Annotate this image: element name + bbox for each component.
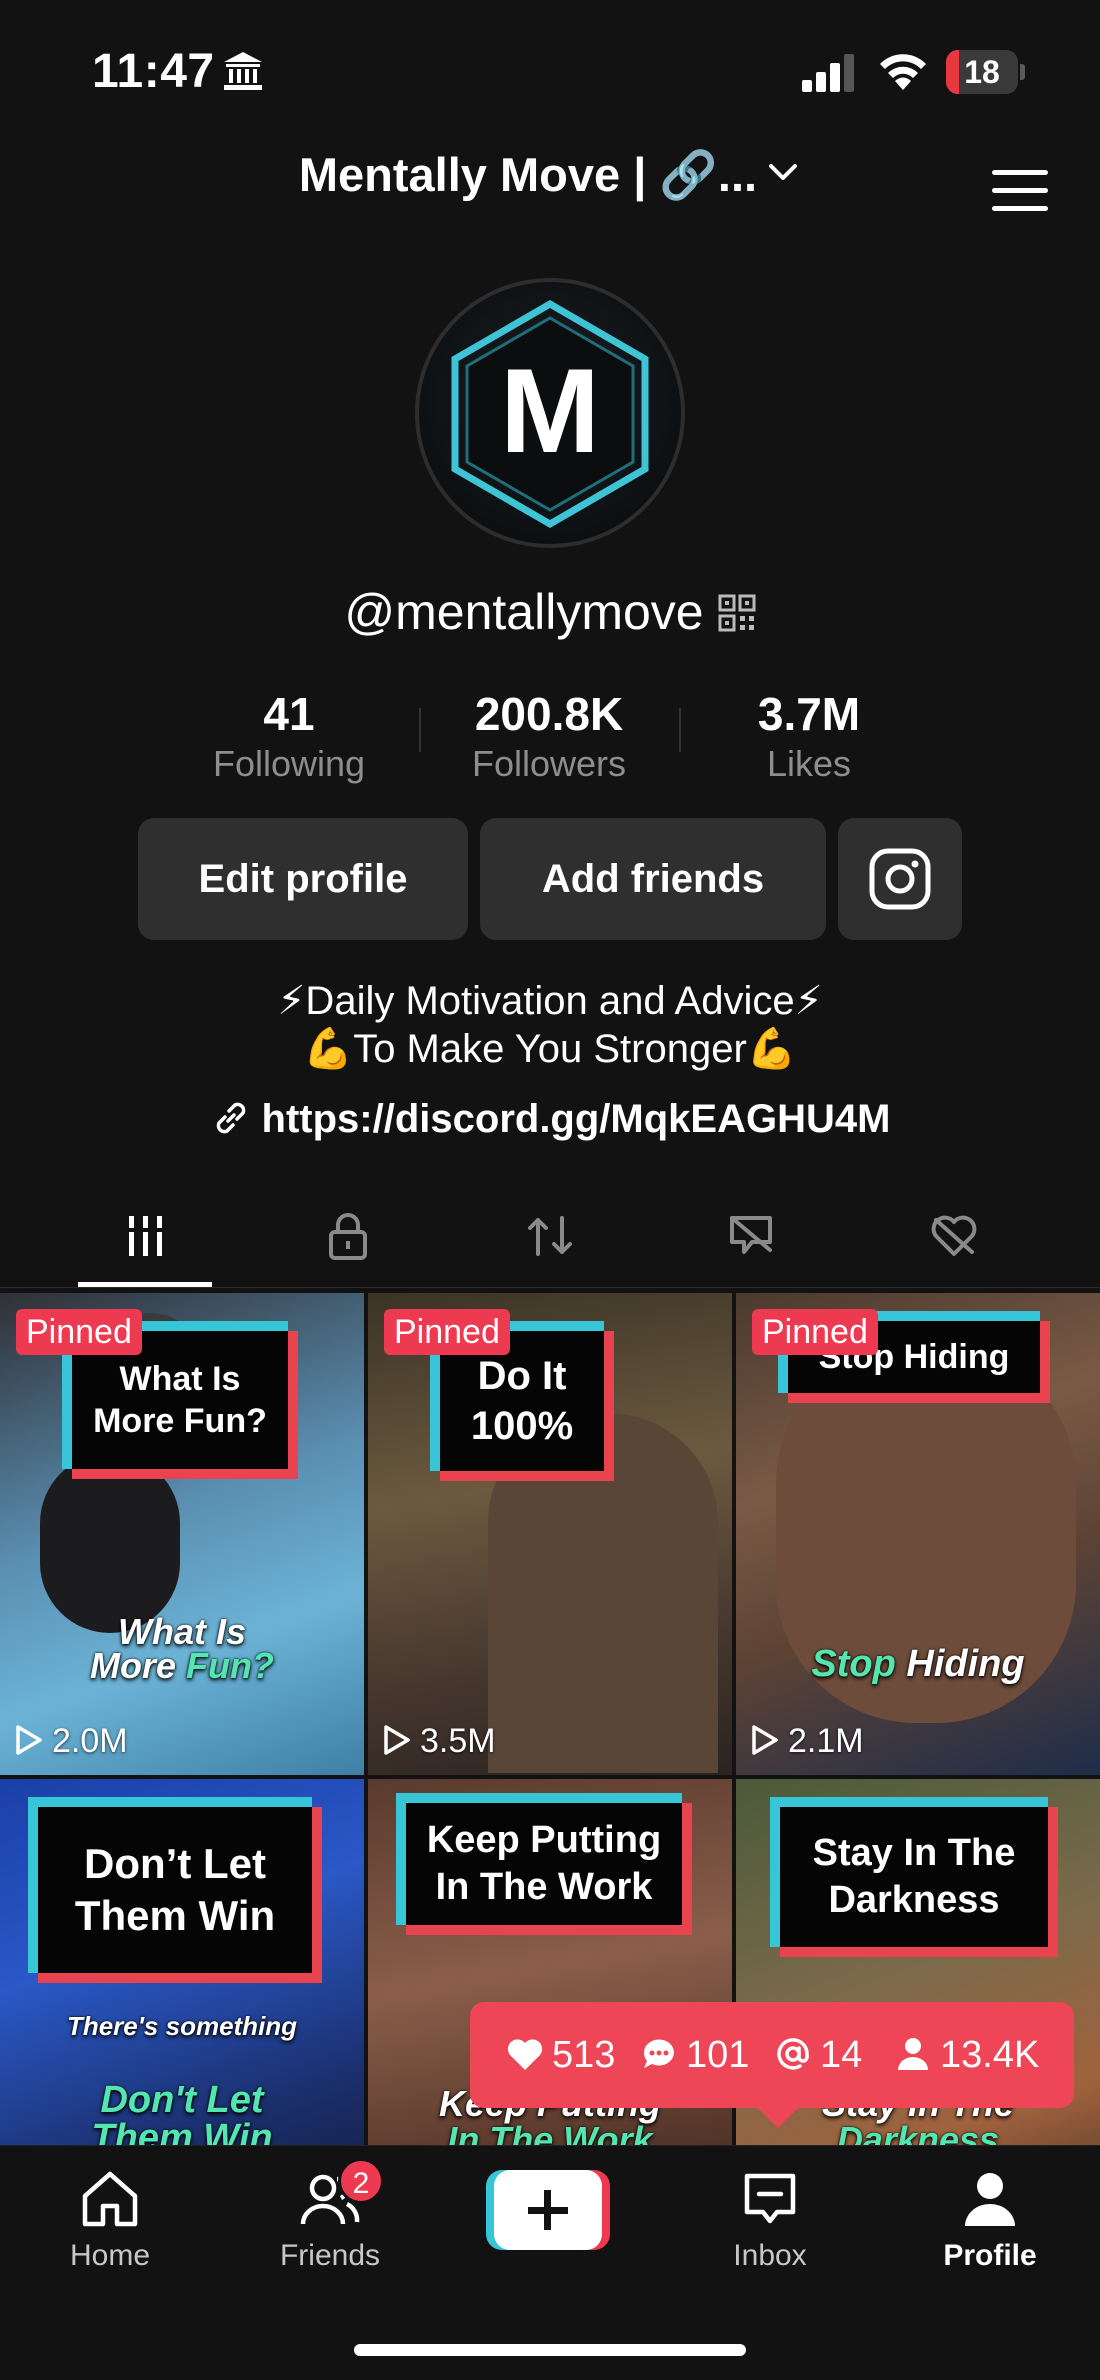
view-count: 2.0M [14, 1719, 128, 1763]
nav-home-label: Home [69, 2239, 151, 2272]
tagged-icon [730, 1216, 772, 1254]
video-caption: More Fun? [90, 1645, 274, 1686]
video-tile[interactable]: Stop Hiding Stop Hiding Pinned 2.1M [736, 1293, 1100, 1775]
likes-label: Likes [766, 743, 852, 784]
profile-stats: 41 Following 200.8K Followers 3.7M Likes [0, 686, 1100, 786]
instagram-icon [869, 848, 931, 910]
pinned-badge: Pinned [384, 1309, 510, 1355]
heart-icon [507, 2039, 543, 2070]
nav-profile-label: Profile [943, 2239, 1037, 2272]
bio-link[interactable]: https://discord.gg/MqkEAGHU4M [0, 1094, 1100, 1144]
likes-count: 3.7M [757, 688, 861, 740]
play-icon [752, 1725, 778, 1755]
inbox-icon [744, 2173, 796, 2224]
video-tile[interactable]: Do It 100% Pinned 3.5M [368, 1293, 732, 1775]
lock-icon [329, 1213, 367, 1260]
home-icon [82, 2171, 138, 2227]
tab-videos[interactable] [70, 1188, 220, 1288]
video-tile[interactable]: What Is More Fun? What Is More Fun? Pinn… [0, 1293, 364, 1775]
avatar-logo: M [451, 299, 649, 529]
nav-profile[interactable]: Profile [910, 2166, 1070, 2276]
stat-following[interactable]: 41 Following [159, 686, 419, 786]
nav-inbox[interactable]: Inbox [690, 2166, 850, 2276]
profile-tabs [0, 1188, 1100, 1288]
status-bar: 11:47 18 [0, 0, 1100, 140]
bubble-tail [754, 2104, 802, 2128]
pinned-badge: Pinned [16, 1309, 142, 1355]
tab-tagged[interactable] [676, 1188, 826, 1288]
status-time: 11:47 [92, 45, 215, 98]
active-tab-indicator [78, 1282, 212, 1287]
stat-likes[interactable]: 3.7M Likes [679, 686, 939, 786]
video-title-card: Stay In The Darkness [780, 1807, 1058, 1957]
bubble-likes: 513 [506, 2002, 615, 2108]
tab-reposts[interactable] [474, 1188, 624, 1288]
link-icon [216, 1103, 245, 1134]
chevron-down-icon [769, 163, 798, 180]
cellular-signal-icon [802, 54, 854, 92]
nav-inbox-label: Inbox [733, 2239, 807, 2272]
add-friends-button[interactable]: Add friends [480, 818, 826, 940]
profile-icon [965, 2173, 1015, 2226]
play-icon [16, 1725, 42, 1755]
nav-home[interactable]: Home [30, 2166, 190, 2276]
edit-profile-button[interactable]: Edit profile [138, 818, 468, 940]
menu-icon[interactable] [992, 170, 1048, 216]
account-name: Mentally Move | 🔗... [298, 148, 758, 201]
avatar[interactable]: M [415, 278, 685, 548]
followers-label: Followers [471, 743, 627, 784]
comment-icon [643, 2039, 674, 2068]
video-caption: There's something [66, 2011, 298, 2041]
battery-indicator: 18 [946, 50, 1026, 94]
nav-friends[interactable]: 2 Friends [250, 2158, 410, 2276]
nav-friends-label: Friends [279, 2239, 381, 2272]
battery-percent: 18 [964, 54, 1000, 90]
stat-followers[interactable]: 200.8K Followers [419, 686, 679, 786]
bubble-followers: 13.4K [894, 2002, 1039, 2108]
video-caption: Don't Let [100, 2079, 264, 2121]
video-caption: Stop Hiding [811, 1643, 1025, 1685]
video-title-card: Don’t Let Them Win [38, 1807, 322, 1983]
grid-icon [129, 1216, 162, 1256]
username: @mentallymove [0, 580, 1100, 644]
pinned-badge: Pinned [752, 1309, 878, 1355]
qr-code-icon[interactable] [718, 594, 756, 632]
person-icon [898, 2037, 928, 2070]
username-text: @mentallymove [344, 584, 704, 640]
repost-icon [528, 1216, 572, 1256]
bubble-mentions: 14 [774, 2002, 862, 2108]
play-icon [384, 1725, 410, 1755]
followers-count: 200.8K [474, 688, 624, 740]
home-indicator[interactable] [354, 2344, 746, 2356]
view-count: 2.1M [750, 1719, 864, 1763]
view-count: 3.5M [382, 1719, 496, 1763]
instagram-button[interactable] [838, 818, 962, 940]
bio-line: 💪To Make You Stronger💪 [303, 1027, 797, 1071]
create-video-button[interactable] [486, 2170, 610, 2250]
wifi-icon [880, 54, 926, 90]
bio-line: ⚡Daily Motivation and Advice⚡ [277, 979, 823, 1023]
bio-link-text: https://discord.gg/MqkEAGHU4M [261, 1097, 891, 1141]
tab-liked[interactable] [878, 1188, 1028, 1288]
video-title-card: Keep Putting In The Work [406, 1803, 692, 1935]
bank-icon [224, 52, 262, 90]
following-label: Following [212, 743, 366, 784]
friends-notification-badge: 2 [338, 2158, 384, 2204]
activity-notification-bubble[interactable]: 513 101 14 13.4K [470, 2002, 1074, 2108]
avatar-letter: M [500, 344, 600, 478]
liked-icon [931, 1215, 977, 1256]
following-count: 41 [263, 688, 315, 740]
at-mention-icon [777, 2038, 809, 2070]
account-switcher[interactable]: Mentally Move | 🔗... [0, 140, 1100, 210]
tab-private[interactable] [272, 1188, 422, 1288]
bubble-comments: 101 [640, 2002, 749, 2108]
